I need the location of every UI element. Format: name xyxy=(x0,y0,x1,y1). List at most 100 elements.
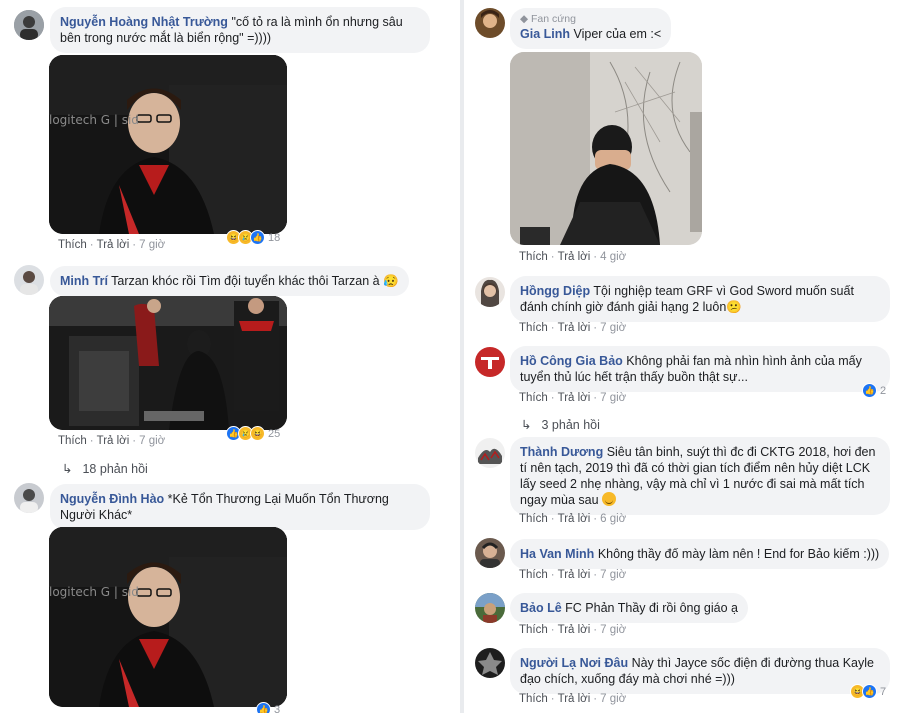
reaction-summary[interactable]: 👍 😢 😆 25 xyxy=(226,426,280,441)
reaction-count: 3 xyxy=(274,703,281,713)
comment-image[interactable]: logitech G | sid xyxy=(49,55,287,234)
reaction-count: 2 xyxy=(880,384,887,397)
comment-bubble: Bảo Lê FC Phản Thầy đi rồi ông giáo ạ xyxy=(510,593,748,623)
comment-image[interactable] xyxy=(49,296,287,430)
reaction-count: 18 xyxy=(268,231,281,244)
fan-badge-label: Fan cứng xyxy=(531,13,576,25)
comment-text: FC Phản Thầy đi rồi ông giáo ạ xyxy=(565,601,738,615)
timestamp[interactable]: 7 giờ xyxy=(139,435,165,447)
comment-bubble: Hồ Công Gia Bảo Không phải fan mà nhìn h… xyxy=(510,346,890,392)
comment-image[interactable]: logitech G | sid xyxy=(49,527,287,707)
reply-link[interactable]: Trả lời xyxy=(558,251,591,263)
reply-link[interactable]: Trả lời xyxy=(558,513,591,525)
avatar[interactable] xyxy=(475,438,505,468)
timestamp[interactable]: 6 giờ xyxy=(600,513,626,525)
avatar[interactable] xyxy=(475,347,505,377)
comment-text: Viper của em :< xyxy=(573,27,662,41)
like-link[interactable]: Thích xyxy=(519,322,548,334)
comment-bubble: Thành Dương Siêu tân binh, suýt thì đc đ… xyxy=(510,437,890,515)
timestamp[interactable]: 7 giờ xyxy=(600,322,626,334)
commenter-name[interactable]: Gia Linh xyxy=(520,27,570,41)
view-replies-link[interactable]: ↳ 18 phản hồi xyxy=(62,461,148,476)
reply-link[interactable]: Trả lời xyxy=(558,322,591,334)
like-link[interactable]: Thích xyxy=(519,624,548,636)
timestamp[interactable]: 7 giờ xyxy=(139,239,165,251)
like-link[interactable]: Thích xyxy=(519,569,548,581)
comment-bubble: Hồngg Diệp Tội nghiệp team GRF vì God Sw… xyxy=(510,276,890,322)
commenter-name[interactable]: Hồngg Diệp xyxy=(520,284,590,298)
comment-column-right: ◆ Fan cứng Gia Linh Viper của em :< Thíc… xyxy=(464,0,915,713)
like-link[interactable]: Thích xyxy=(519,251,548,263)
comment-actions: Thích · Trả lời · 6 giờ xyxy=(519,513,627,525)
comment-text: Tarzan khóc rồi Tìm đội tuyển khác thôi … xyxy=(111,274,399,288)
timestamp[interactable]: 7 giờ xyxy=(600,569,626,581)
comment-actions: Thích · Trả lời · 7 giờ xyxy=(519,322,627,334)
like-reaction-icon: 👍 xyxy=(256,702,271,713)
commenter-name[interactable]: Thành Dương xyxy=(520,445,603,459)
avatar[interactable] xyxy=(14,265,44,295)
comment-text: Không thầy đố mày làm nên ! End for Bảo … xyxy=(597,547,880,561)
avatar[interactable] xyxy=(475,277,505,307)
fan-badge: ◆ Fan cứng xyxy=(520,12,661,26)
comment-actions: Thích · Trả lời · 7 giờ xyxy=(519,624,627,636)
reply-link[interactable]: Trả lời xyxy=(558,624,591,636)
reply-link[interactable]: Trả lời xyxy=(558,569,591,581)
reply-arrow-icon: ↳ xyxy=(62,462,73,476)
like-reaction-icon: 👍 xyxy=(250,230,265,245)
reaction-summary[interactable]: 👍 3 xyxy=(256,702,280,713)
comment-actions: Thích · Trả lời · 7 giờ xyxy=(519,693,627,705)
replies-count: 18 phản hồi xyxy=(82,462,148,476)
reaction-count: 25 xyxy=(268,427,281,440)
commenter-name[interactable]: Hồ Công Gia Bảo xyxy=(520,354,623,368)
reply-link[interactable]: Trả lời xyxy=(558,392,591,404)
comment-actions: Thích · Trả lời · 7 giờ xyxy=(58,435,166,447)
avatar[interactable] xyxy=(14,10,44,40)
reaction-summary[interactable]: 😆 👍 7 xyxy=(850,684,886,699)
commenter-name[interactable]: Người Lạ Nơi Đâu xyxy=(520,656,628,670)
like-reaction-icon: 👍 xyxy=(862,684,877,699)
image-watermark-text: logitech G | sid xyxy=(49,113,139,127)
comment-actions: Thích · Trả lời · 4 giờ xyxy=(519,251,627,263)
comment-bubble: ◆ Fan cứng Gia Linh Viper của em :< xyxy=(510,8,672,49)
commenter-name[interactable]: Nguyễn Đình Hào xyxy=(60,492,164,506)
avatar[interactable] xyxy=(475,648,505,678)
image-watermark-text: logitech G | sid xyxy=(49,585,139,599)
haha-reaction-icon: 😆 xyxy=(250,426,265,441)
comment-column-left: Nguyễn Hoàng Nhật Trường "cố tỏ ra là mì… xyxy=(0,0,460,713)
diamond-icon: ◆ xyxy=(520,13,529,25)
like-link[interactable]: Thích xyxy=(58,239,87,251)
reaction-count: 7 xyxy=(880,685,887,698)
like-link[interactable]: Thích xyxy=(58,435,87,447)
avatar[interactable] xyxy=(14,483,44,513)
avatar[interactable] xyxy=(475,593,505,623)
comment-bubble: Minh Trí Tarzan khóc rồi Tìm đội tuyển k… xyxy=(50,266,409,296)
comment-bubble: Ha Van Minh Không thầy đố mày làm nên ! … xyxy=(510,539,890,569)
reaction-summary[interactable]: 👍 2 xyxy=(862,383,886,398)
timestamp[interactable]: 7 giờ xyxy=(600,392,626,404)
comment-image[interactable] xyxy=(510,52,702,245)
commenter-name[interactable]: Minh Trí xyxy=(60,274,108,288)
reaction-summary[interactable]: 😆 😢 👍 18 xyxy=(226,230,280,245)
avatar[interactable] xyxy=(475,538,505,568)
comment-actions: Thích · Trả lời · 7 giờ xyxy=(58,239,166,251)
timestamp[interactable]: 7 giờ xyxy=(600,693,626,705)
commenter-name[interactable]: Bảo Lê xyxy=(520,601,562,615)
commenter-name[interactable]: Ha Van Minh xyxy=(520,547,594,561)
comment-actions: Thích · Trả lời · 7 giờ xyxy=(519,569,627,581)
like-link[interactable]: Thích xyxy=(519,513,548,525)
commenter-name[interactable]: Nguyễn Hoàng Nhật Trường xyxy=(60,15,228,29)
avatar[interactable] xyxy=(475,8,505,38)
comment-actions: Thích · Trả lời · 7 giờ xyxy=(519,392,627,404)
reply-link[interactable]: Trả lời xyxy=(558,693,591,705)
reply-link[interactable]: Trả lời xyxy=(97,435,130,447)
view-replies-link[interactable]: ↳ 3 phản hồi xyxy=(521,417,600,432)
reply-link[interactable]: Trả lời xyxy=(97,239,130,251)
like-link[interactable]: Thích xyxy=(519,693,548,705)
like-reaction-icon: 👍 xyxy=(862,383,877,398)
replies-count: 3 phản hồi xyxy=(541,418,600,432)
smile-emoji-icon xyxy=(602,492,617,506)
comment-bubble: Nguyễn Hoàng Nhật Trường "cố tỏ ra là mì… xyxy=(50,7,430,53)
timestamp[interactable]: 4 giờ xyxy=(600,251,626,263)
timestamp[interactable]: 7 giờ xyxy=(600,624,626,636)
like-link[interactable]: Thích xyxy=(519,392,548,404)
